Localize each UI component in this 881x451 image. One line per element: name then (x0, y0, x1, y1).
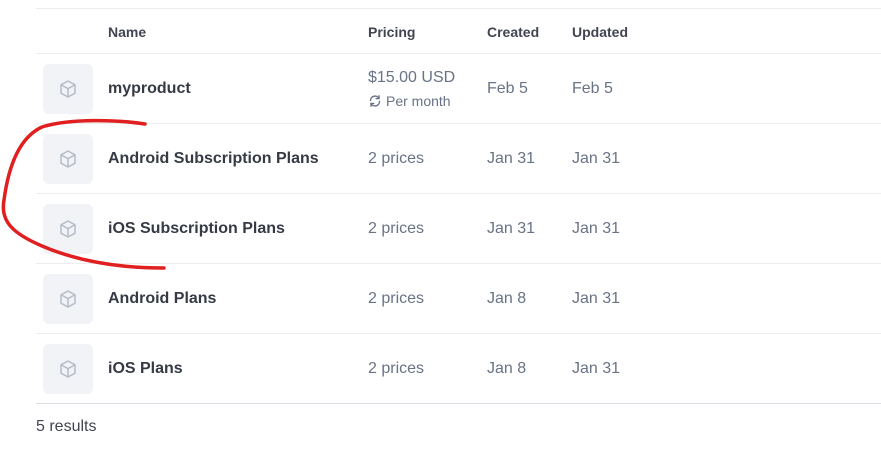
header-name[interactable]: Name (108, 24, 146, 40)
recurring-icon (369, 95, 381, 107)
product-price: $15.00 USD (368, 69, 456, 86)
product-thumbnail (43, 274, 93, 324)
created-date: Jan 8 (487, 360, 527, 377)
updated-date: Jan 31 (572, 150, 621, 167)
table-row[interactable]: Android Subscription Plans 2 prices Jan … (36, 124, 881, 194)
product-box-icon (60, 290, 76, 308)
updated-date: Jan 31 (572, 360, 621, 377)
table-header: Name Pricing Created Updated (36, 9, 881, 54)
product-box-icon (60, 80, 76, 98)
product-box-icon (60, 360, 76, 378)
updated-date: Jan 31 (572, 290, 621, 307)
price-interval: Per month (368, 93, 451, 109)
updated-date: Feb 5 (572, 80, 613, 97)
table-row[interactable]: Android Plans 2 prices Jan 8 Jan 31 (36, 264, 881, 334)
product-thumbnail (43, 344, 93, 394)
results-count: 5 results (36, 418, 97, 435)
product-price: 2 prices (368, 150, 425, 167)
created-date: Jan 8 (487, 290, 527, 307)
table-row[interactable]: myproduct $15.00 USD Per month Feb 5 Feb… (36, 54, 881, 124)
products-table: Name Pricing Created Updated myproduct $… (36, 8, 881, 404)
header-created[interactable]: Created (487, 24, 539, 40)
updated-date: Jan 31 (572, 220, 621, 237)
header-pricing[interactable]: Pricing (368, 24, 415, 40)
product-box-icon (60, 150, 76, 168)
product-name[interactable]: myproduct (108, 80, 191, 98)
product-name[interactable]: Android Plans (108, 290, 216, 308)
table-row[interactable]: iOS Subscription Plans 2 prices Jan 31 J… (36, 194, 881, 264)
product-name[interactable]: Android Subscription Plans (108, 150, 319, 168)
price-interval-label: Per month (386, 93, 451, 109)
product-price: 2 prices (368, 290, 425, 307)
header-updated[interactable]: Updated (572, 24, 628, 40)
created-date: Feb 5 (487, 80, 528, 97)
created-date: Jan 31 (487, 150, 536, 167)
product-box-icon (60, 220, 76, 238)
product-price: 2 prices (368, 220, 425, 237)
product-thumbnail (43, 204, 93, 254)
product-price: 2 prices (368, 360, 425, 377)
product-name[interactable]: iOS Subscription Plans (108, 220, 285, 238)
product-thumbnail (43, 134, 93, 184)
created-date: Jan 31 (487, 220, 536, 237)
products-page: Name Pricing Created Updated myproduct $… (0, 0, 881, 451)
product-name[interactable]: iOS Plans (108, 360, 183, 378)
product-thumbnail (43, 64, 93, 114)
table-row[interactable]: iOS Plans 2 prices Jan 8 Jan 31 (36, 334, 881, 404)
